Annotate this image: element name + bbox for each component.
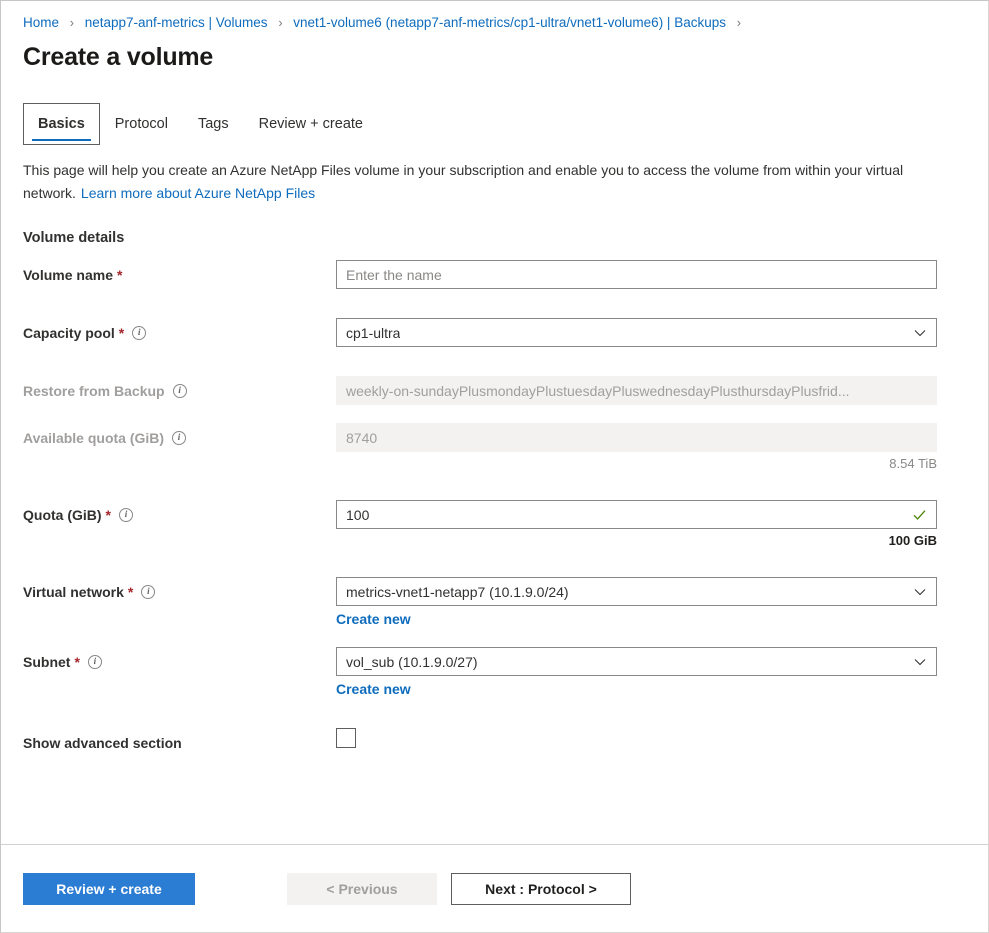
previous-button: < Previous	[287, 873, 437, 905]
available-quota-label: Available quota (GiB) i	[23, 423, 336, 446]
row-quota: Quota (GiB) * i 100 100 GiB	[1, 500, 988, 548]
available-quota-control: 8740 8.54 TiB	[336, 423, 937, 471]
available-quota-value: 8740	[346, 430, 377, 446]
row-capacity-pool: Capacity pool * i cp1-ultra	[1, 318, 988, 347]
required-marker: *	[117, 267, 122, 283]
spacer	[1, 296, 988, 318]
tab-protocol-label: Protocol	[115, 116, 168, 132]
volume-details-form: Volume name * Enter the name Capacity po…	[1, 260, 988, 751]
capacity-pool-control: cp1-ultra	[336, 318, 937, 347]
next-protocol-button[interactable]: Next : Protocol >	[451, 873, 631, 905]
available-quota-label-text: Available quota (GiB)	[23, 430, 164, 446]
info-icon[interactable]: i	[88, 655, 102, 669]
tab-basics[interactable]: Basics	[23, 103, 100, 145]
tab-tags[interactable]: Tags	[183, 103, 244, 145]
restore-from-backup-control: weekly-on-sundayPlusmondayPlustuesdayPlu…	[336, 376, 937, 405]
required-marker: *	[119, 325, 124, 341]
create-volume-blade: Home › netapp7-anf-metrics | Volumes › v…	[0, 0, 989, 933]
breadcrumb-item-backups[interactable]: vnet1-volume6 (netapp7-anf-metrics/cp1-u…	[293, 15, 726, 30]
quota-label-text: Quota (GiB)	[23, 507, 102, 523]
row-restore-from-backup: Restore from Backup i weekly-on-sundayPl…	[1, 376, 988, 405]
virtual-network-label-text: Virtual network	[23, 584, 124, 600]
quota-control: 100 100 GiB	[336, 500, 937, 548]
subnet-label-text: Subnet	[23, 654, 70, 670]
tab-basics-label: Basics	[38, 116, 85, 132]
required-marker: *	[106, 507, 111, 523]
breadcrumb-item-volumes[interactable]: netapp7-anf-metrics | Volumes	[85, 15, 268, 30]
chevron-down-icon	[914, 656, 926, 668]
volume-name-input[interactable]: Enter the name	[336, 260, 937, 289]
virtual-network-control: metrics-vnet1-netapp7 (10.1.9.0/24) Crea…	[336, 577, 937, 629]
review-create-button[interactable]: Review + create	[23, 873, 195, 905]
row-virtual-network: Virtual network * i metrics-vnet1-netapp…	[1, 577, 988, 629]
row-subnet: Subnet * i vol_sub (10.1.9.0/27) Create …	[1, 647, 988, 699]
wizard-footer: Review + create < Previous Next : Protoc…	[1, 844, 988, 932]
row-volume-name: Volume name * Enter the name	[1, 260, 988, 289]
volume-name-label: Volume name *	[23, 260, 336, 283]
virtual-network-value: metrics-vnet1-netapp7 (10.1.9.0/24)	[346, 584, 569, 600]
info-icon[interactable]: i	[172, 431, 186, 445]
subnet-control: vol_sub (10.1.9.0/27) Create new	[336, 647, 937, 699]
tab-review-create-label: Review + create	[259, 116, 363, 132]
spacer	[1, 354, 988, 376]
quota-value: 100	[346, 507, 369, 523]
virtual-network-label: Virtual network * i	[23, 577, 336, 600]
capacity-pool-label-text: Capacity pool	[23, 325, 115, 341]
info-icon[interactable]: i	[141, 585, 155, 599]
wizard-tabs: Basics Protocol Tags Review + create	[23, 103, 988, 145]
info-icon[interactable]: i	[132, 326, 146, 340]
show-advanced-label-text: Show advanced section	[23, 735, 182, 751]
page-title: Create a volume	[23, 43, 988, 72]
restore-from-backup-value: weekly-on-sundayPlusmondayPlustuesdayPlu…	[346, 383, 850, 399]
learn-more-link[interactable]: Learn more about Azure NetApp Files	[81, 185, 315, 201]
tab-tags-label: Tags	[198, 116, 229, 132]
breadcrumb-item-home[interactable]: Home	[23, 15, 59, 30]
volume-details-heading: Volume details	[23, 230, 988, 246]
restore-from-backup-label-text: Restore from Backup	[23, 383, 165, 399]
quota-input[interactable]: 100	[336, 500, 937, 529]
row-show-advanced-section: Show advanced section	[1, 728, 988, 751]
capacity-pool-label: Capacity pool * i	[23, 318, 336, 341]
breadcrumb: Home › netapp7-anf-metrics | Volumes › v…	[1, 1, 988, 32]
show-advanced-control	[336, 728, 937, 748]
virtual-network-select[interactable]: metrics-vnet1-netapp7 (10.1.9.0/24)	[336, 577, 937, 606]
restore-from-backup-label: Restore from Backup i	[23, 376, 336, 399]
validation-success-icon	[913, 508, 926, 521]
capacity-pool-select[interactable]: cp1-ultra	[336, 318, 937, 347]
available-quota-hint: 8.54 TiB	[336, 456, 937, 471]
spacer	[1, 706, 988, 728]
chevron-down-icon	[914, 327, 926, 339]
required-marker: *	[128, 584, 133, 600]
breadcrumb-separator-icon: ›	[70, 16, 74, 30]
breadcrumb-separator-icon: ›	[278, 16, 282, 30]
intro-description: This page will help you create an Azure …	[23, 159, 923, 205]
virtual-network-create-new-link[interactable]: Create new	[336, 611, 411, 627]
subnet-create-new-link[interactable]: Create new	[336, 681, 411, 697]
spacer	[1, 412, 988, 423]
breadcrumb-separator-icon: ›	[737, 16, 741, 30]
tab-protocol[interactable]: Protocol	[100, 103, 183, 145]
show-advanced-checkbox[interactable]	[336, 728, 356, 748]
required-marker: *	[74, 654, 79, 670]
capacity-pool-value: cp1-ultra	[346, 325, 400, 341]
spacer	[1, 478, 988, 500]
quota-label: Quota (GiB) * i	[23, 500, 336, 523]
volume-name-control: Enter the name	[336, 260, 937, 289]
show-advanced-label: Show advanced section	[23, 728, 336, 751]
info-icon[interactable]: i	[119, 508, 133, 522]
subnet-label: Subnet * i	[23, 647, 336, 670]
subnet-select[interactable]: vol_sub (10.1.9.0/27)	[336, 647, 937, 676]
available-quota-input: 8740	[336, 423, 937, 452]
info-icon[interactable]: i	[173, 384, 187, 398]
volume-name-placeholder: Enter the name	[346, 267, 442, 283]
spacer	[1, 636, 988, 647]
volume-name-label-text: Volume name	[23, 267, 113, 283]
chevron-down-icon	[914, 586, 926, 598]
row-available-quota: Available quota (GiB) i 8740 8.54 TiB	[1, 423, 988, 471]
quota-hint: 100 GiB	[336, 533, 937, 548]
spacer	[1, 555, 988, 577]
restore-from-backup-input: weekly-on-sundayPlusmondayPlustuesdayPlu…	[336, 376, 937, 405]
tab-review-create[interactable]: Review + create	[244, 103, 378, 145]
subnet-value: vol_sub (10.1.9.0/27)	[346, 654, 478, 670]
